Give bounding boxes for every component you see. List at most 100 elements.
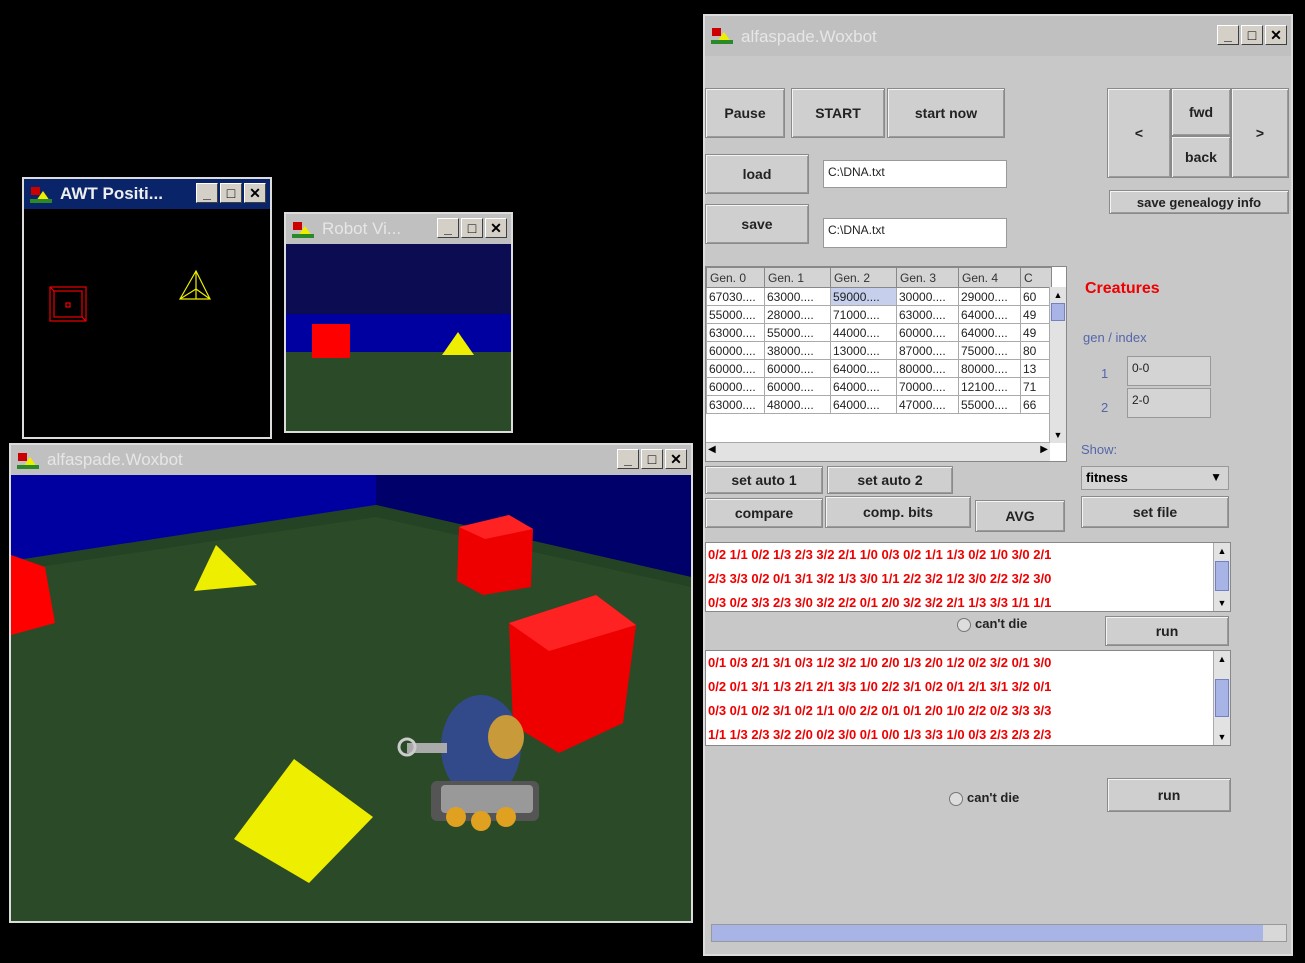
awt-titlebar[interactable]: AWT Positi... _ □ ✕ — [24, 179, 270, 209]
control-titlebar[interactable]: alfaspade.Woxbot _ □ ✕ — [705, 16, 1291, 56]
cant-die-radio-1[interactable]: can't die — [957, 616, 1027, 632]
table-cell[interactable]: 48000.... — [764, 395, 831, 414]
table-row[interactable]: 55000.... 28000.... 71000.... 63000.... 6400… — [706, 305, 1052, 324]
minimize-icon[interactable]: _ — [196, 183, 218, 203]
column-header[interactable]: Gen. 0 — [706, 267, 765, 288]
generation-table[interactable]: Gen. 0 Gen. 1 Gen. 2 Gen. 3 Gen. 4C 67030...… — [705, 266, 1067, 462]
table-row[interactable]: 60000.... 60000.... 64000.... 80000.... 8000… — [706, 359, 1052, 378]
table-cell[interactable]: 63000.... — [896, 305, 959, 324]
table-cell[interactable]: 60 — [1020, 287, 1052, 306]
save-path-field[interactable]: C:\DNA.txt — [823, 218, 1007, 248]
table-cell[interactable]: 80000.... — [958, 359, 1021, 378]
scroll-down-icon[interactable]: ▼ — [1050, 427, 1066, 443]
avg-button[interactable]: AVG — [975, 500, 1065, 532]
maximize-icon[interactable]: □ — [1241, 25, 1263, 45]
table-cell[interactable]: 59000.... — [830, 287, 897, 306]
maximize-icon[interactable]: □ — [461, 218, 483, 238]
table-cell[interactable]: 13000.... — [830, 341, 897, 360]
close-icon[interactable]: ✕ — [485, 218, 507, 238]
load-path-field[interactable]: C:\DNA.txt — [823, 160, 1007, 188]
scroll-up-icon[interactable]: ▲ — [1214, 543, 1230, 559]
table-cell[interactable]: 80000.... — [896, 359, 959, 378]
cant-die-radio-2[interactable]: can't die — [949, 790, 1019, 806]
table-cell[interactable]: 49 — [1020, 305, 1052, 324]
table-vertical-scrollbar[interactable]: ▲ ▼ — [1049, 287, 1066, 443]
back-button[interactable]: back — [1171, 136, 1231, 178]
table-cell[interactable]: 66 — [1020, 395, 1052, 414]
table-cell[interactable]: 64000.... — [830, 359, 897, 378]
next-button[interactable]: > — [1231, 88, 1289, 178]
view-titlebar[interactable]: alfaspade.Woxbot _ □ ✕ — [11, 445, 691, 475]
column-header[interactable]: C — [1020, 267, 1052, 288]
table-cell[interactable]: 28000.... — [764, 305, 831, 324]
load-button[interactable]: load — [705, 154, 809, 194]
table-cell[interactable]: 87000.... — [896, 341, 959, 360]
scroll-down-icon[interactable]: ▼ — [1214, 595, 1230, 611]
table-row[interactable]: 63000.... 55000.... 44000.... 60000.... 6400… — [706, 323, 1052, 342]
table-row[interactable]: 60000.... 60000.... 64000.... 70000.... 1210… — [706, 377, 1052, 396]
set-auto-1-button[interactable]: set auto 1 — [705, 466, 823, 494]
table-cell[interactable]: 38000.... — [764, 341, 831, 360]
table-cell[interactable]: 64000.... — [830, 377, 897, 396]
table-cell[interactable]: 49 — [1020, 323, 1052, 342]
table-cell[interactable]: 55000.... — [706, 305, 765, 324]
scroll-left-icon[interactable]: ◀ — [708, 444, 716, 455]
scroll-right-icon[interactable]: ▶ — [1040, 444, 1048, 455]
scroll-thumb[interactable] — [1215, 561, 1229, 591]
slot-1-field[interactable]: 0-0 — [1127, 356, 1211, 386]
table-cell[interactable]: 13 — [1020, 359, 1052, 378]
column-header[interactable]: Gen. 1 — [764, 267, 831, 288]
table-cell[interactable]: 30000.... — [896, 287, 959, 306]
comp-bits-button[interactable]: comp. bits — [825, 496, 971, 528]
minimize-icon[interactable]: _ — [617, 449, 639, 469]
table-cell[interactable]: 71 — [1020, 377, 1052, 396]
table-cell[interactable]: 63000.... — [706, 395, 765, 414]
scroll-up-icon[interactable]: ▲ — [1214, 651, 1230, 667]
minimize-icon[interactable]: _ — [437, 218, 459, 238]
table-cell[interactable]: 71000.... — [830, 305, 897, 324]
dna-area-2[interactable]: 0/1 0/3 2/1 3/1 0/3 1/2 3/2 1/0 2/0 1/3 … — [705, 650, 1231, 746]
column-header[interactable]: Gen. 3 — [896, 267, 959, 288]
maximize-icon[interactable]: □ — [220, 183, 242, 203]
close-icon[interactable]: ✕ — [244, 183, 266, 203]
table-cell[interactable]: 67030.... — [706, 287, 765, 306]
slot-2-field[interactable]: 2-0 — [1127, 388, 1211, 418]
table-cell[interactable]: 64000.... — [830, 395, 897, 414]
table-cell[interactable]: 60000.... — [706, 341, 765, 360]
minimize-icon[interactable]: _ — [1217, 25, 1239, 45]
save-button[interactable]: save — [705, 204, 809, 244]
dna-area-1[interactable]: 0/2 1/1 0/2 1/3 2/3 3/2 2/1 1/0 0/3 0/2 … — [705, 542, 1231, 612]
prev-button[interactable]: < — [1107, 88, 1171, 178]
table-cell[interactable]: 70000.... — [896, 377, 959, 396]
table-row[interactable]: 63000.... 48000.... 64000.... 47000.... 5500… — [706, 395, 1052, 414]
table-cell[interactable]: 55000.... — [958, 395, 1021, 414]
table-cell[interactable]: 64000.... — [958, 323, 1021, 342]
set-auto-2-button[interactable]: set auto 2 — [827, 466, 953, 494]
set-file-button[interactable]: set file — [1081, 496, 1229, 528]
pause-button[interactable]: Pause — [705, 88, 785, 138]
table-horizontal-scrollbar[interactable]: ◀ ▶ — [706, 442, 1050, 461]
save-genealogy-button[interactable]: save genealogy info — [1109, 190, 1289, 214]
table-cell[interactable]: 75000.... — [958, 341, 1021, 360]
scroll-thumb[interactable] — [1215, 679, 1229, 717]
scroll-up-icon[interactable]: ▲ — [1050, 287, 1066, 303]
scroll-down-icon[interactable]: ▼ — [1214, 729, 1230, 745]
compare-button[interactable]: compare — [705, 498, 823, 528]
start-button[interactable]: START — [791, 88, 885, 138]
table-row[interactable]: 67030.... 63000.... 59000.... 30000.... 2900… — [706, 287, 1052, 306]
scroll-thumb[interactable] — [1051, 303, 1065, 321]
table-cell[interactable]: 63000.... — [764, 287, 831, 306]
close-icon[interactable]: ✕ — [665, 449, 687, 469]
table-cell[interactable]: 60000.... — [706, 377, 765, 396]
robot-titlebar[interactable]: Robot Vi... _ □ ✕ — [286, 214, 511, 244]
table-cell[interactable]: 60000.... — [764, 377, 831, 396]
fwd-button[interactable]: fwd — [1171, 88, 1231, 136]
column-header[interactable]: Gen. 4 — [958, 267, 1021, 288]
table-row[interactable]: 60000.... 38000.... 13000.... 87000.... 7500… — [706, 341, 1052, 360]
close-icon[interactable]: ✕ — [1265, 25, 1287, 45]
table-cell[interactable]: 44000.... — [830, 323, 897, 342]
table-cell[interactable]: 63000.... — [706, 323, 765, 342]
table-cell[interactable]: 47000.... — [896, 395, 959, 414]
column-header[interactable]: Gen. 2 — [830, 267, 897, 288]
run-button-2[interactable]: run — [1107, 778, 1231, 812]
